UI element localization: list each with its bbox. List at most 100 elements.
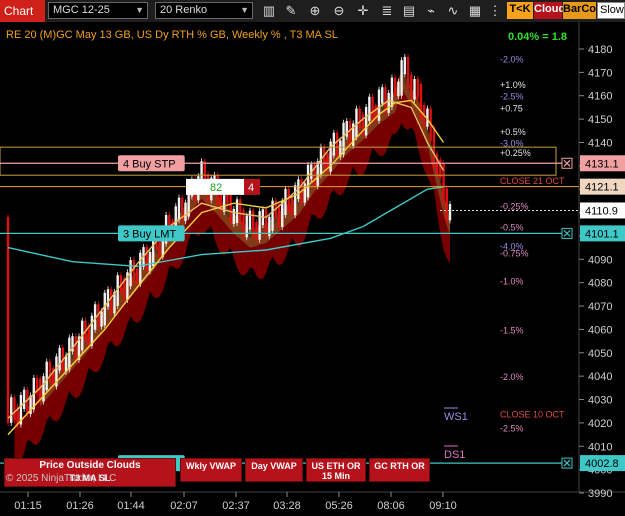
percent-label: -1.0% <box>500 276 524 286</box>
ws1-label: WS1 <box>444 411 468 423</box>
candle <box>245 215 248 238</box>
barcol-button[interactable]: BarCol <box>563 2 599 19</box>
percent-label: +0.5% <box>500 127 526 137</box>
chevron-down-icon: ▼ <box>135 5 144 15</box>
instrument-selector[interactable]: MGC 12-25 ▼ <box>48 2 148 19</box>
buy-lmt-3-price: 4101.1 <box>585 228 619 240</box>
candle <box>358 108 361 129</box>
tk-button[interactable]: T<K <box>507 2 533 19</box>
candle <box>413 78 416 100</box>
candle <box>387 92 390 113</box>
candle <box>390 77 394 107</box>
percent-label: CLOSE 21 OCT <box>500 176 565 186</box>
wkly-vwap-button[interactable]: Wkly VWAP <box>180 458 242 482</box>
candle <box>106 289 110 307</box>
candle <box>251 210 255 237</box>
candle <box>368 96 371 121</box>
y-tick-label: 4080 <box>588 278 612 290</box>
bar-type-selector[interactable]: 20 Renko ▼ <box>155 2 253 19</box>
percent-label: +0.75 <box>500 103 523 113</box>
candle <box>229 192 232 225</box>
candle <box>445 188 448 221</box>
candle <box>26 389 29 415</box>
candle <box>100 311 103 327</box>
strategies-icon[interactable]: ⌁ <box>422 2 440 19</box>
templates-icon[interactable]: ▦ <box>466 2 484 19</box>
percent-label: -0.75% <box>500 248 529 258</box>
candle <box>255 222 258 240</box>
ds1-label: DS1 <box>444 449 465 461</box>
candle <box>239 199 242 225</box>
chart-canvas[interactable]: 3990400040104020403040404050406040704080… <box>0 22 625 516</box>
bar-type-label: 20 Renko <box>160 4 208 16</box>
percent-label: CLOSE 10 OCT <box>500 410 565 420</box>
percent-label: -2.5% <box>500 92 524 102</box>
candle <box>406 56 410 89</box>
candle <box>264 209 268 237</box>
x-tick-label: 03:28 <box>273 500 301 512</box>
zoom-out-icon[interactable]: ⊖ <box>330 2 348 19</box>
buy-lmt-3-label: 3 Buy LMT <box>123 228 176 240</box>
slowm-button[interactable]: SlowM <box>597 2 625 19</box>
price-outside-label: Price Outside Clouds <box>39 460 141 471</box>
candle <box>335 132 339 157</box>
crosshair-icon[interactable]: ✛ <box>354 2 372 19</box>
candle <box>13 397 16 421</box>
candle <box>258 211 261 240</box>
day-vwap-button[interactable]: Day VWAP <box>245 458 303 482</box>
candle <box>410 74 413 100</box>
percent-label: -2.5% <box>500 424 524 434</box>
y-tick-label: 4020 <box>588 418 612 430</box>
y-tick-label: 3990 <box>588 488 612 500</box>
bar-style-icon[interactable]: ▥ <box>260 2 278 19</box>
copyright-text: © 2025 NinjaTrader, LLC <box>6 473 117 484</box>
y-tick-label: 4150 <box>588 114 612 126</box>
y-tick-label: 4090 <box>588 254 612 266</box>
zoom-in-icon[interactable]: ⊕ <box>306 2 324 19</box>
buy-lmt-1-price: 4002.8 <box>585 458 619 470</box>
y-tick-label: 4160 <box>588 91 612 103</box>
more-icon[interactable]: ⋮ <box>486 2 504 19</box>
candle <box>135 268 139 285</box>
y-tick-label: 4170 <box>588 67 612 79</box>
draw-tools-icon[interactable]: ✎ <box>282 2 300 19</box>
candle <box>90 315 94 346</box>
candle <box>110 289 113 314</box>
candle <box>400 60 403 96</box>
y-tick-label: 4180 <box>588 44 612 56</box>
buy-stp-price: 4131.1 <box>585 158 619 170</box>
x-tick-label: 05:26 <box>325 500 353 512</box>
candle <box>132 259 136 283</box>
candle <box>371 96 374 121</box>
properties-icon[interactable]: ≣ <box>378 2 396 19</box>
candle <box>248 210 252 230</box>
x-tick-label: 02:07 <box>170 500 198 512</box>
chart-tab[interactable]: Chart <box>0 0 45 22</box>
candle <box>184 202 187 221</box>
gc-rth-or-button[interactable]: GC RTH OR <box>369 458 430 482</box>
percent-label: +1.0% <box>500 80 526 90</box>
candle <box>342 122 345 155</box>
candle <box>139 252 142 285</box>
y-tick-label: 4030 <box>588 395 612 407</box>
candle <box>148 251 152 272</box>
candle <box>348 121 352 146</box>
candle <box>232 209 236 225</box>
cloud-button[interactable]: Cloud <box>534 2 565 19</box>
y-tick-label: 4050 <box>588 348 612 360</box>
candle <box>293 185 297 216</box>
candle <box>290 197 294 216</box>
buy-stp-label: 4 Buy STP <box>123 158 176 170</box>
candle <box>74 336 77 360</box>
order-count-value: 4 <box>248 182 254 194</box>
indicators-icon[interactable]: ∿ <box>444 2 462 19</box>
chart-toolbar: Chart MGC 12-25 ▼ 20 Renko ▼ ▥ ✎ ⊕ ⊖ ✛ ≣… <box>0 0 625 23</box>
chart-title: RE 20 (M)GC May 13 GB, US Dy RTH % GB, W… <box>6 29 338 41</box>
candle <box>10 397 13 423</box>
percent-label: -0.5% <box>500 223 524 233</box>
data-box-icon[interactable]: ▤ <box>400 2 418 19</box>
percent-label: -2.0% <box>500 54 524 64</box>
candle <box>397 81 400 97</box>
us-eth-or-button[interactable]: US ETH OR 15 Min <box>306 458 366 482</box>
y-tick-label: 4140 <box>588 137 612 149</box>
